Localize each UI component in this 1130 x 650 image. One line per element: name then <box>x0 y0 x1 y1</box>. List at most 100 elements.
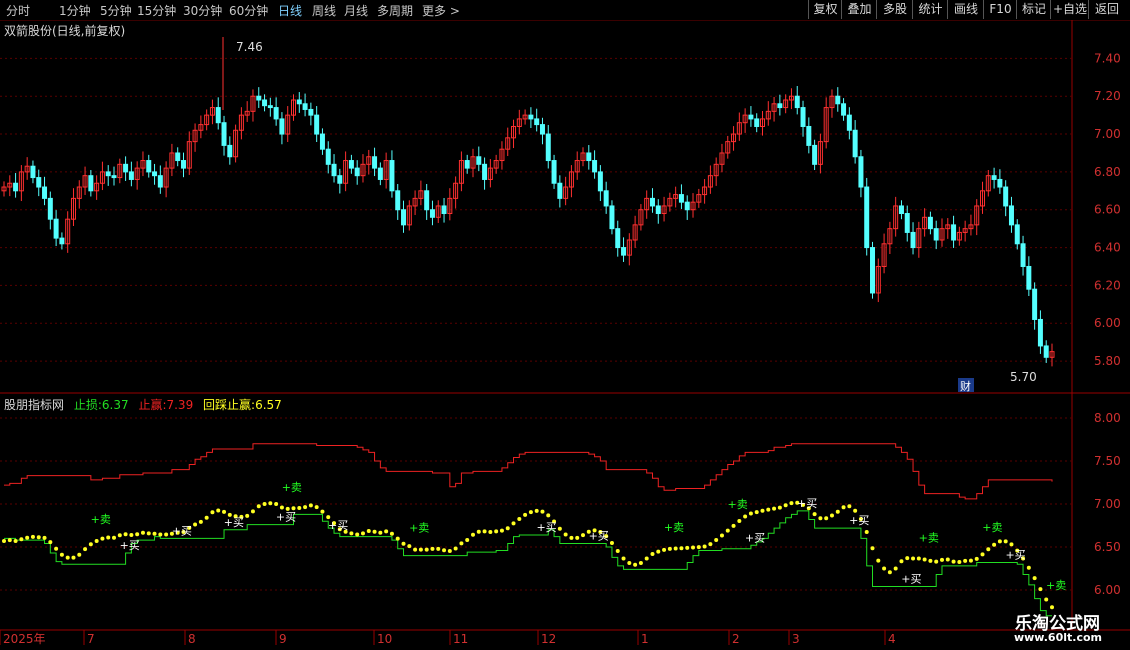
candle-body-52 <box>302 103 308 110</box>
pullback-dot-134 <box>777 505 782 510</box>
pullback-dot-131 <box>760 508 765 513</box>
pullback-dot-38 <box>222 509 227 514</box>
pullback-dot-2 <box>13 538 18 543</box>
candle-body-25 <box>146 160 152 173</box>
pullback-dot-4 <box>25 535 30 540</box>
buy-signal-156: +买 <box>901 573 921 586</box>
pullback-dot-55 <box>320 509 325 514</box>
pullback-dot-105 <box>609 541 614 546</box>
pullback-dot-37 <box>216 508 221 513</box>
pullback-dot-164 <box>951 559 956 564</box>
buy-signal-21: +买 <box>120 539 140 552</box>
ind-ytick-3: 6.50 <box>1094 540 1121 554</box>
pullback-dot-97 <box>563 532 568 537</box>
candle-body-67 <box>389 160 395 192</box>
pullback-dot-136 <box>789 501 794 506</box>
pullback-dot-128 <box>743 514 748 519</box>
pullback-dot-76 <box>442 548 447 553</box>
pullback-dot-25 <box>146 531 151 536</box>
pullback-dot-48 <box>279 505 284 510</box>
candle-body-27 <box>157 175 163 188</box>
pullback-dot-117 <box>679 546 684 551</box>
candle-body-18 <box>105 171 111 177</box>
candle-body-54 <box>314 114 320 135</box>
candle-body-179 <box>1037 318 1043 347</box>
candle-body-7 <box>42 186 48 199</box>
chart-canvas: 7.40 7.20 7.00 6.80 6.60 6.40 6.20 6.00 5.80 7.46… <box>0 20 1130 646</box>
pullback-dot-135 <box>783 503 788 508</box>
candle-body-92 <box>534 118 540 126</box>
pullback-dot-36 <box>210 510 215 515</box>
pullback-dot-116 <box>673 546 678 551</box>
pullback-dot-28 <box>164 532 169 537</box>
pullback-dot-16 <box>94 538 99 543</box>
candle-body-118 <box>684 201 690 211</box>
main-ytick-0: 7.40 <box>1094 51 1121 65</box>
xlabel-1: 7 <box>87 632 95 646</box>
xlabel-4: 10 <box>377 632 392 646</box>
pullback-dot-132 <box>766 507 771 512</box>
buy-signal-147: +买 <box>849 514 869 527</box>
pullback-dot-94 <box>546 513 551 518</box>
pullback-dot-171 <box>992 542 997 547</box>
pullback-dot-125 <box>725 528 730 533</box>
xlabel-8: 2 <box>732 632 740 646</box>
candle-body-155 <box>898 205 904 215</box>
candle-body-145 <box>841 103 847 116</box>
main-ytick-2: 7.00 <box>1094 127 1121 141</box>
low-marker: 5.70 <box>1010 370 1037 384</box>
pullback-dot-115 <box>667 546 672 551</box>
candle-body-176 <box>1020 243 1026 267</box>
candle-body-103 <box>597 171 603 192</box>
xlabel-2: 8 <box>188 632 196 646</box>
pullback-dot-127 <box>737 519 742 524</box>
candle-body-46 <box>267 105 273 109</box>
candle-body-101 <box>586 152 592 162</box>
pullback-dot-0 <box>2 538 6 543</box>
pullback-dot-111 <box>644 556 649 561</box>
xlabel-5: 11 <box>453 632 468 646</box>
candle-body-61 <box>354 167 360 177</box>
pullback-dot-146 <box>847 504 852 509</box>
pullback-dot-173 <box>1003 539 1008 544</box>
candle-body-45 <box>262 99 268 107</box>
candle-body-129 <box>748 114 754 120</box>
candle-body-9 <box>53 218 59 239</box>
pullback-dot-90 <box>523 512 528 517</box>
pullback-dot-119 <box>691 545 696 550</box>
pullback-dot-6 <box>36 535 41 540</box>
pullback-dot-21 <box>123 532 128 537</box>
sell-signal-16: +卖 <box>91 513 111 526</box>
pullback-dot-45 <box>262 502 267 506</box>
pullback-dot-112 <box>650 552 655 557</box>
pullback-dot-154 <box>893 566 898 571</box>
candle-body-58 <box>337 175 343 184</box>
pullback-dot-180 <box>1044 597 1049 602</box>
candle-body-107 <box>621 247 627 256</box>
candle-body-94 <box>545 133 551 162</box>
pullback-dot-9 <box>54 546 59 551</box>
pullback-dot-170 <box>986 547 991 552</box>
main-ytick-6: 6.20 <box>1094 278 1121 292</box>
watermark-url: www.60lt.com <box>1013 631 1102 644</box>
pullback-dot-99 <box>575 535 580 540</box>
pullback-dot-91 <box>528 510 533 515</box>
candle-body-15 <box>88 175 94 192</box>
pullback-dot-20 <box>117 533 122 538</box>
candle-body-73 <box>424 190 430 211</box>
pullback-dot-178 <box>1032 576 1037 581</box>
buy-signal-39: +买 <box>224 516 244 529</box>
xlabel-9: 3 <box>792 632 800 646</box>
pullback-dot-141 <box>818 516 823 521</box>
pullback-dot-129 <box>748 511 753 516</box>
pullback-dot-44 <box>256 504 261 509</box>
candle-body-39 <box>227 144 233 158</box>
pullback-dot-35 <box>204 515 209 520</box>
pullback-dot-17 <box>100 536 105 541</box>
candle-body-2 <box>13 182 19 192</box>
pullback-dot-166 <box>963 558 968 563</box>
candle-body-76 <box>441 205 447 215</box>
pullback-dot-80 <box>465 537 470 542</box>
candle-body-172 <box>997 178 1003 188</box>
candle-body-160 <box>927 216 933 230</box>
